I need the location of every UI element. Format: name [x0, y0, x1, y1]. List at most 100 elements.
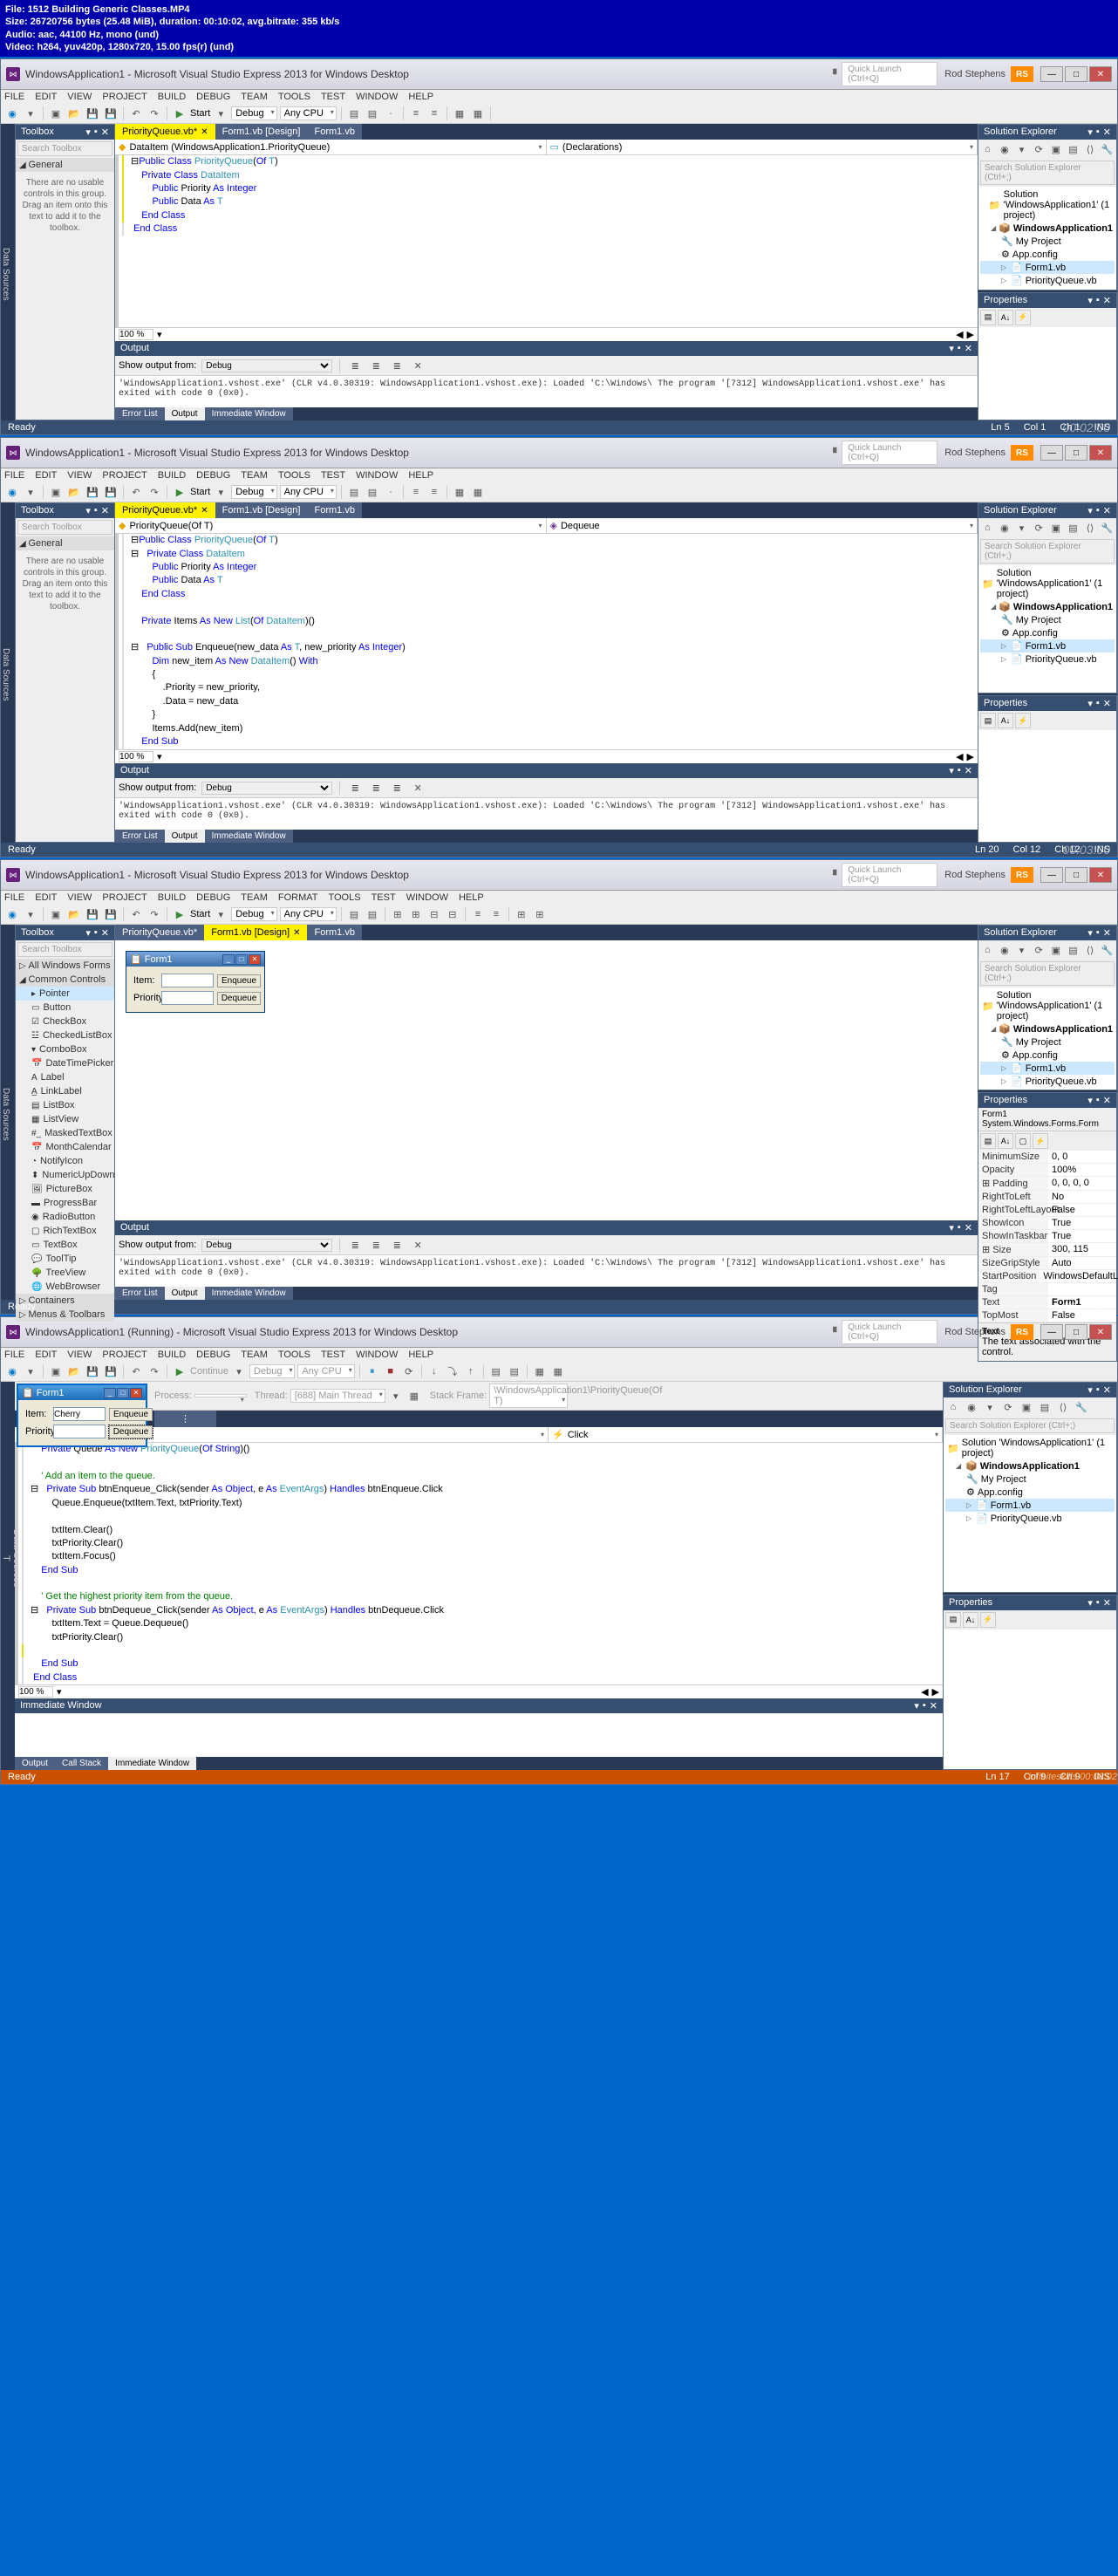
tab-priorityqueue[interactable]: PriorityQueue.vb*✕: [115, 502, 215, 518]
priority-input[interactable]: [161, 991, 214, 1005]
dequeue-button[interactable]: Dequeue: [109, 1425, 153, 1438]
min-icon[interactable]: _: [222, 954, 235, 965]
tab-close-icon[interactable]: ✕: [201, 127, 208, 137]
tb-icon[interactable]: ◉: [998, 141, 1012, 157]
pin-icon[interactable]: ▪: [94, 126, 98, 138]
tb-icon[interactable]: ≡: [426, 106, 442, 121]
menu-project[interactable]: PROJECT: [102, 92, 147, 102]
close-icon[interactable]: ✕: [1103, 126, 1111, 138]
properties-grid[interactable]: MinimumSize0, 0Opacity100%⊞ Padding0, 0,…: [978, 1151, 1116, 1322]
props-cat-icon[interactable]: ▤: [980, 310, 996, 325]
dropdown-icon[interactable]: ▾: [1087, 295, 1093, 306]
btab-immediate[interactable]: Immediate Window: [205, 407, 293, 420]
user-name[interactable]: Rod Stephens: [944, 69, 1006, 79]
dropdown-icon[interactable]: ▾: [85, 126, 91, 138]
solex-search-input[interactable]: Search Solution Explorer (Ctrl+;): [980, 161, 1115, 185]
close-icon[interactable]: ✕: [130, 1388, 142, 1398]
start-label[interactable]: Start: [190, 108, 210, 119]
scroll-left-icon[interactable]: ◀: [956, 329, 963, 340]
tab-form1-design[interactable]: Form1.vb [Design]: [215, 502, 308, 518]
home-icon[interactable]: ⌂: [980, 141, 995, 157]
step-out-icon[interactable]: ↑: [463, 1363, 479, 1379]
config-dropdown[interactable]: Debug: [231, 106, 276, 120]
tb-icon[interactable]: ≣: [347, 358, 363, 373]
priority-input[interactable]: [53, 1425, 106, 1438]
menu-help[interactable]: HELP: [408, 92, 433, 102]
form1-mock[interactable]: 📋 Form1_□✕ Item:Enqueue Priority:Dequeue: [126, 951, 265, 1013]
quick-launch-input[interactable]: Quick Launch (Ctrl+Q): [842, 441, 937, 465]
notification-icon[interactable]: ▝: [829, 448, 836, 459]
data-sources-tab[interactable]: Data Sources: [1, 502, 15, 843]
item-input[interactable]: [53, 1407, 106, 1421]
step-into-icon[interactable]: ↓: [426, 1363, 442, 1379]
tb-icon[interactable]: ▦: [452, 106, 467, 121]
dropdown-icon[interactable]: ▾: [1087, 126, 1093, 138]
pin-icon[interactable]: ▪: [1096, 126, 1100, 138]
tb-icon[interactable]: ▦: [470, 106, 486, 121]
props-az-icon[interactable]: A↓: [998, 310, 1013, 325]
quick-launch-input[interactable]: Quick Launch (Ctrl+Q): [842, 62, 937, 86]
zoom-input[interactable]: [119, 329, 153, 340]
tb-icon[interactable]: ▤: [346, 106, 362, 121]
output-source-dropdown[interactable]: Debug: [201, 359, 332, 372]
tab-form1[interactable]: Form1.vb: [307, 124, 361, 140]
toolbox-category[interactable]: ◢ General: [16, 158, 114, 172]
undo-icon[interactable]: ↶: [128, 106, 144, 121]
menu-window[interactable]: WINDOW: [356, 92, 398, 102]
close-icon[interactable]: ✕: [249, 954, 261, 965]
redo-icon[interactable]: ↷: [147, 106, 162, 121]
close-button[interactable]: ✕: [1089, 66, 1112, 82]
dropdown-icon[interactable]: ▾: [949, 343, 954, 354]
menu-file[interactable]: FILE: [4, 92, 24, 102]
code-editor[interactable]: ⊟Public Class PriorityQueue(Of T) ⊟ Priv…: [115, 534, 978, 749]
scroll-right-icon[interactable]: ▶: [967, 329, 974, 340]
stop-icon[interactable]: ■: [383, 1363, 399, 1379]
restart-icon[interactable]: ⟳: [401, 1363, 417, 1379]
data-sources-tab[interactable]: Data Sources: [1, 124, 15, 420]
nav-back-icon[interactable]: ◉: [4, 106, 20, 121]
nav-member-dropdown[interactable]: ▭(Declarations): [547, 140, 978, 154]
tb-icon[interactable]: ▤: [365, 106, 380, 121]
close-icon[interactable]: ✕: [101, 126, 109, 138]
open-icon[interactable]: 📂: [66, 106, 82, 121]
tb-icon[interactable]: ≡: [408, 106, 424, 121]
tab-form1-design[interactable]: Form1.vb [Design]: [215, 124, 308, 140]
pin-icon[interactable]: ▪: [958, 343, 961, 354]
tb-icon[interactable]: ✕: [410, 358, 426, 373]
start-icon[interactable]: ▶: [172, 106, 187, 121]
tb-icon[interactable]: ≣: [368, 358, 384, 373]
dequeue-button[interactable]: Dequeue: [217, 992, 261, 1005]
close-icon[interactable]: ✕: [965, 343, 972, 354]
close-icon[interactable]: ✕: [1103, 295, 1111, 306]
props-icon[interactable]: ⚡: [1015, 310, 1031, 325]
step-over-icon[interactable]: ⤵: [445, 1363, 460, 1379]
menu-view[interactable]: VIEW: [67, 92, 92, 102]
menu-edit[interactable]: EDIT: [35, 92, 57, 102]
pause-icon[interactable]: ⏸: [365, 1363, 380, 1379]
user-name[interactable]: Rod Stephens: [944, 448, 1006, 458]
tb-icon[interactable]: 🔧: [1100, 141, 1115, 157]
new-icon[interactable]: ▣: [48, 106, 64, 121]
toolbox-search-input[interactable]: Search Toolbox: [17, 141, 112, 156]
nav-fwd-icon[interactable]: ▾: [23, 106, 38, 121]
min-icon[interactable]: _: [104, 1388, 116, 1398]
user-badge[interactable]: RS: [1011, 445, 1033, 461]
item-input[interactable]: [161, 974, 214, 987]
enqueue-button[interactable]: Enqueue: [109, 1408, 153, 1421]
minimize-button[interactable]: —: [1040, 66, 1063, 82]
close-button[interactable]: ✕: [1089, 445, 1112, 461]
tb-icon[interactable]: ·: [383, 106, 399, 121]
tb-icon[interactable]: ⟨⟩: [1083, 141, 1098, 157]
max-icon[interactable]: □: [235, 954, 248, 965]
pin-icon[interactable]: ▪: [1096, 295, 1100, 306]
saveall-icon[interactable]: 💾: [103, 106, 119, 121]
solution-tree[interactable]: 📁 Solution 'WindowsApplication1' (1 proj…: [978, 187, 1116, 290]
tbx-pointer[interactable]: ▸ Pointer: [16, 987, 114, 1001]
menu-debug[interactable]: DEBUG: [196, 92, 230, 102]
platform-dropdown[interactable]: Any CPU: [280, 106, 337, 120]
menu-test[interactable]: TEST: [321, 92, 345, 102]
refresh-icon[interactable]: ⟳: [1032, 141, 1046, 157]
output-text[interactable]: 'WindowsApplication1.vshost.exe' (CLR v4…: [115, 376, 978, 407]
menu-tools[interactable]: TOOLS: [278, 92, 310, 102]
menu-build[interactable]: BUILD: [158, 92, 186, 102]
